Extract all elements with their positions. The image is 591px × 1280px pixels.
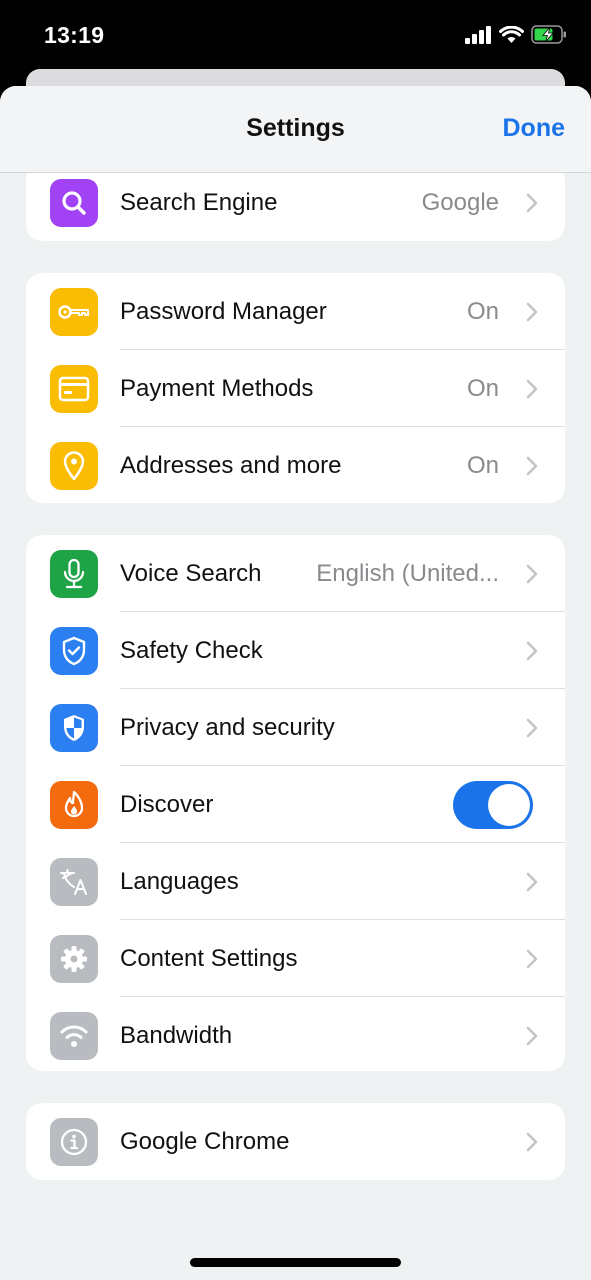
chevron-right-icon xyxy=(526,718,538,737)
settings-sheet: Settings Done Search Engine Google Passw… xyxy=(0,86,591,1280)
settings-item-content-settings[interactable]: Content Settings xyxy=(26,920,565,997)
navigation-bar: Settings Done xyxy=(0,86,591,173)
chevron-right-icon xyxy=(526,949,538,968)
settings-item-languages[interactable]: Languages xyxy=(26,843,565,920)
key-icon xyxy=(50,287,98,336)
settings-item-bandwidth[interactable]: Bandwidth xyxy=(26,997,565,1071)
chevron-right-icon xyxy=(526,564,538,583)
search-icon xyxy=(50,178,98,227)
settings-item-value: On xyxy=(466,451,499,479)
flame-icon xyxy=(50,780,98,829)
status-bar: 13:19 xyxy=(0,0,591,70)
settings-item-label: Payment Methods xyxy=(120,374,314,402)
chevron-right-icon xyxy=(526,641,538,660)
wifi-icon xyxy=(499,25,524,43)
settings-item-value: English (United... xyxy=(316,559,499,587)
settings-group-general: Voice Search English (United... Safety C… xyxy=(26,535,565,1071)
done-button[interactable]: Done xyxy=(503,114,566,143)
settings-item-label: Search Engine xyxy=(120,188,278,216)
settings-item-label: Discover xyxy=(120,790,214,818)
settings-item-label: Password Manager xyxy=(120,297,327,325)
settings-item-discover: Discover xyxy=(26,766,565,843)
chevron-right-icon xyxy=(526,379,538,398)
settings-item-value: Google xyxy=(421,188,499,216)
gear-icon xyxy=(50,934,98,983)
settings-item-password-manager[interactable]: Password Manager On xyxy=(26,273,565,350)
settings-item-label: Voice Search xyxy=(120,559,262,587)
chevron-right-icon xyxy=(526,456,538,475)
settings-item-label: Content Settings xyxy=(120,944,298,972)
settings-item-label: Privacy and security xyxy=(120,713,335,741)
shield-icon xyxy=(50,703,98,752)
wifi-icon xyxy=(50,1011,98,1060)
settings-item-voice-search[interactable]: Voice Search English (United... xyxy=(26,535,565,612)
status-time: 13:19 xyxy=(44,22,105,48)
settings-item-label: Languages xyxy=(120,867,239,895)
location-pin-icon xyxy=(50,441,98,490)
settings-item-google-chrome[interactable]: Google Chrome xyxy=(26,1103,565,1180)
cellular-signal-icon xyxy=(465,25,491,44)
chevron-right-icon xyxy=(526,872,538,891)
settings-item-search-engine[interactable]: Search Engine Google xyxy=(26,164,565,241)
info-icon xyxy=(50,1117,98,1166)
chevron-right-icon xyxy=(526,193,538,212)
settings-item-label: Addresses and more xyxy=(120,451,342,479)
settings-group-about: Google Chrome xyxy=(26,1103,565,1180)
settings-item-safety-check[interactable]: Safety Check xyxy=(26,612,565,689)
settings-item-label: Google Chrome xyxy=(120,1127,290,1155)
settings-item-addresses[interactable]: Addresses and more On xyxy=(26,427,565,503)
settings-group-search: Search Engine Google xyxy=(26,164,565,241)
toggle-knob xyxy=(488,783,530,826)
chevron-right-icon xyxy=(526,1026,538,1045)
shield-check-icon xyxy=(50,626,98,675)
microphone-icon xyxy=(50,549,98,598)
settings-item-payment-methods[interactable]: Payment Methods On xyxy=(26,350,565,427)
chevron-right-icon xyxy=(526,302,538,321)
chevron-right-icon xyxy=(526,1132,538,1151)
credit-card-icon xyxy=(50,364,98,413)
discover-toggle[interactable] xyxy=(453,780,533,829)
translate-icon xyxy=(50,857,98,906)
settings-item-value: On xyxy=(466,297,499,325)
settings-item-label: Bandwidth xyxy=(120,1021,233,1049)
settings-item-privacy-security[interactable]: Privacy and security xyxy=(26,689,565,766)
settings-item-value: On xyxy=(466,374,499,402)
settings-group-autofill: Password Manager On Payment Methods On A… xyxy=(26,273,565,503)
home-indicator[interactable] xyxy=(190,1258,401,1267)
battery-charging-icon xyxy=(531,25,566,44)
settings-item-label: Safety Check xyxy=(120,636,263,664)
